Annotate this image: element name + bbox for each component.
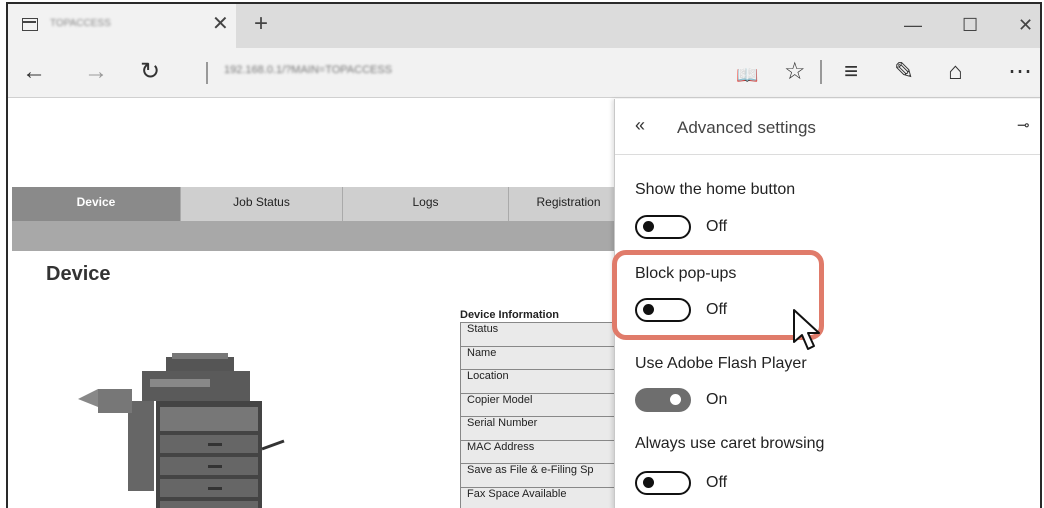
info-row: Name <box>460 345 614 369</box>
window-close-icon[interactable]: ✕ <box>1018 12 1033 38</box>
info-row: Copier Model <box>460 392 614 416</box>
toggle-flash-player[interactable] <box>635 388 691 412</box>
toggle-knob <box>670 394 681 405</box>
device-info-table: Status Name Location Copier Model Serial… <box>460 322 614 508</box>
plus-icon[interactable]: + <box>254 10 268 38</box>
toggle-home-button[interactable] <box>635 215 691 239</box>
info-row: Location <box>460 369 614 393</box>
toggle-state: Off <box>706 474 728 491</box>
info-row: Save as File & e-Filing Sp <box>460 463 614 487</box>
maximize-icon[interactable]: ☐ <box>962 12 978 38</box>
arrow-right-icon[interactable]: → <box>84 58 108 86</box>
navigation-bar: ← → ↻ 192.168.0.1/?MAIN=TOPACCESS 📖 ☆ ≡ … <box>8 48 1040 98</box>
hub-icon[interactable]: ≡ <box>844 58 858 86</box>
copier-image <box>68 349 288 508</box>
toggle-caret-browsing[interactable] <box>635 471 691 495</box>
web-page: Device Job Status Logs Registration Devi… <box>8 99 614 508</box>
setting-label-block-popups: Block pop-ups <box>635 265 737 282</box>
toolbar-separator <box>820 60 822 84</box>
browser-tab[interactable]: TOPACCESS ✕ <box>8 4 236 48</box>
address-separator <box>206 62 208 84</box>
toggle-state: Off <box>706 301 728 318</box>
tab-title: TOPACCESS <box>50 18 111 29</box>
panel-header: « Advanced settings ⊸ <box>615 99 1040 155</box>
info-row: Fax Space Available <box>460 486 614 508</box>
page-icon <box>22 18 38 31</box>
browser-window: TOPACCESS ✕ + — ☐ ✕ ← → ↻ 192.168.0.1/?M… <box>6 2 1042 508</box>
pen-icon[interactable]: ✎ <box>894 58 914 86</box>
setting-label-flash-player: Use Adobe Flash Player <box>635 355 807 372</box>
toggle-knob <box>643 477 654 488</box>
panel-scrollbar[interactable] <box>1041 169 1042 379</box>
toggle-state: On <box>706 391 728 408</box>
mouse-cursor-icon <box>792 308 822 357</box>
panel-title: Advanced settings <box>677 118 816 137</box>
info-row: MAC Address <box>460 439 614 463</box>
arrow-left-icon[interactable]: ← <box>22 58 46 86</box>
setting-label-caret-browsing: Always use caret browsing <box>635 435 825 452</box>
info-title: Device Information <box>460 309 560 321</box>
tab-strip: TOPACCESS ✕ + — ☐ ✕ <box>8 4 1040 48</box>
star-icon[interactable]: ☆ <box>784 58 806 86</box>
pin-icon[interactable]: ⊸ <box>1017 116 1030 134</box>
toggle-knob <box>643 304 654 315</box>
tab-registration[interactable]: Registration <box>508 187 614 221</box>
info-row: Serial Number <box>460 416 614 440</box>
address-bar[interactable]: 192.168.0.1/?MAIN=TOPACCESS <box>224 64 464 78</box>
page-tab-bar: Device Job Status Logs Registration <box>12 187 614 251</box>
tab-logs[interactable]: Logs <box>342 187 508 221</box>
close-icon[interactable]: ✕ <box>212 12 229 36</box>
refresh-icon[interactable]: ↻ <box>140 58 160 86</box>
page-title: Device <box>46 263 111 285</box>
minimize-icon[interactable]: — <box>904 12 922 38</box>
double-chevron-left-icon[interactable]: « <box>635 115 645 136</box>
book-icon[interactable]: 📖 <box>736 61 758 89</box>
info-row: Status <box>460 322 614 346</box>
tab-job-status[interactable]: Job Status <box>180 187 342 221</box>
setting-label-home-button: Show the home button <box>635 181 796 198</box>
ellipsis-icon[interactable]: ⋯ <box>1008 58 1032 86</box>
advanced-settings-panel: « Advanced settings ⊸ Show the home butt… <box>614 99 1042 508</box>
tab-device[interactable]: Device <box>12 187 180 221</box>
share-icon[interactable]: ⌂ <box>948 58 963 86</box>
toggle-knob <box>643 221 654 232</box>
toggle-state: Off <box>706 218 728 235</box>
toggle-block-popups[interactable] <box>635 298 691 322</box>
